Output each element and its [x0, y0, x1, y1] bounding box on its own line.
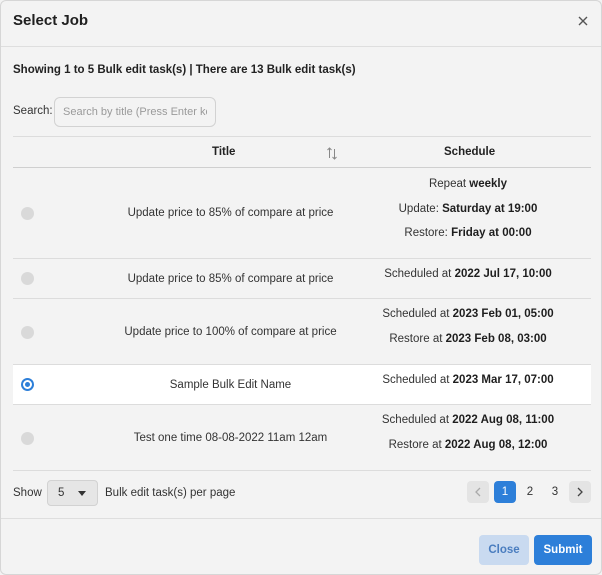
schedule-line: Update: Saturday at 19:00 [398, 203, 538, 215]
sort-icon[interactable] [326, 147, 338, 160]
prev-page-button[interactable] [467, 481, 489, 503]
schedule-line: Scheduled at 2023 Mar 17, 07:00 [382, 374, 554, 386]
job-title: Sample Bulk Edit Name [169, 379, 292, 391]
per-page-label: Bulk edit task(s) per page [105, 487, 236, 499]
dialog-footer: Close Submit [1, 518, 601, 574]
submit-button[interactable]: Submit [534, 535, 592, 565]
select-job-dialog: Select Job Showing 1 to 5 Bulk edit task… [0, 0, 602, 575]
job-title: Test one time 08-08-2022 11am 12am [133, 432, 328, 444]
search-input[interactable] [54, 97, 216, 127]
dialog-title: Select Job [13, 12, 89, 29]
table-row[interactable]: Update price to 85% of compare at price … [13, 259, 591, 299]
schedule-line: Scheduled at 2022 Aug 08, 11:00 [381, 414, 555, 426]
schedule-line: Restore at 2022 Aug 08, 12:00 [388, 439, 548, 451]
row-radio[interactable] [21, 207, 34, 220]
schedule-line: Restore at 2023 Feb 08, 03:00 [389, 333, 547, 345]
schedule-line: Scheduled at 2023 Feb 01, 05:00 [382, 308, 554, 320]
results-summary: Showing 1 to 5 Bulk edit task(s) | There… [13, 64, 356, 76]
row-radio[interactable] [21, 378, 34, 391]
row-radio[interactable] [21, 272, 34, 285]
per-page-select[interactable]: 5 [47, 480, 98, 506]
column-header-schedule: Schedule [444, 146, 496, 158]
close-button[interactable]: Close [479, 535, 529, 565]
per-page-value: 5 [58, 487, 65, 499]
job-title: Update price to 100% of compare at price [124, 326, 337, 338]
schedule-line: Scheduled at 2022 Jul 17, 10:00 [384, 268, 552, 280]
page-button-1[interactable]: 1 [494, 481, 516, 503]
row-radio[interactable] [21, 432, 34, 445]
row-radio[interactable] [21, 326, 34, 339]
show-label: Show [13, 487, 42, 499]
job-title: Update price to 85% of compare at price [127, 273, 334, 285]
caret-down-icon [78, 491, 86, 496]
page-button-3[interactable]: 3 [544, 481, 566, 503]
jobs-table: Title Schedule Update price to 85% of co… [13, 136, 591, 471]
dialog-header: Select Job [1, 1, 601, 47]
job-title: Update price to 85% of compare at price [127, 207, 334, 219]
page-button-2[interactable]: 2 [519, 481, 541, 503]
table-footer: Show 5 Bulk edit task(s) per page 1 2 3 [13, 480, 591, 506]
close-icon[interactable] [575, 13, 591, 29]
table-row[interactable]: Test one time 08-08-2022 11am 12am Sched… [13, 405, 591, 471]
schedule-line: Repeat weekly [428, 178, 508, 190]
table-row[interactable]: Update price to 85% of compare at price … [13, 168, 591, 259]
table-header: Title Schedule [13, 136, 591, 168]
search-label: Search: [13, 105, 53, 117]
pagination: 1 2 3 [467, 481, 591, 505]
next-page-button[interactable] [569, 481, 591, 503]
table-row[interactable]: Sample Bulk Edit Name Scheduled at 2023 … [13, 365, 591, 405]
table-row[interactable]: Update price to 100% of compare at price… [13, 299, 591, 365]
schedule-line: Restore: Friday at 00:00 [404, 227, 532, 239]
column-header-title[interactable]: Title [212, 146, 235, 158]
